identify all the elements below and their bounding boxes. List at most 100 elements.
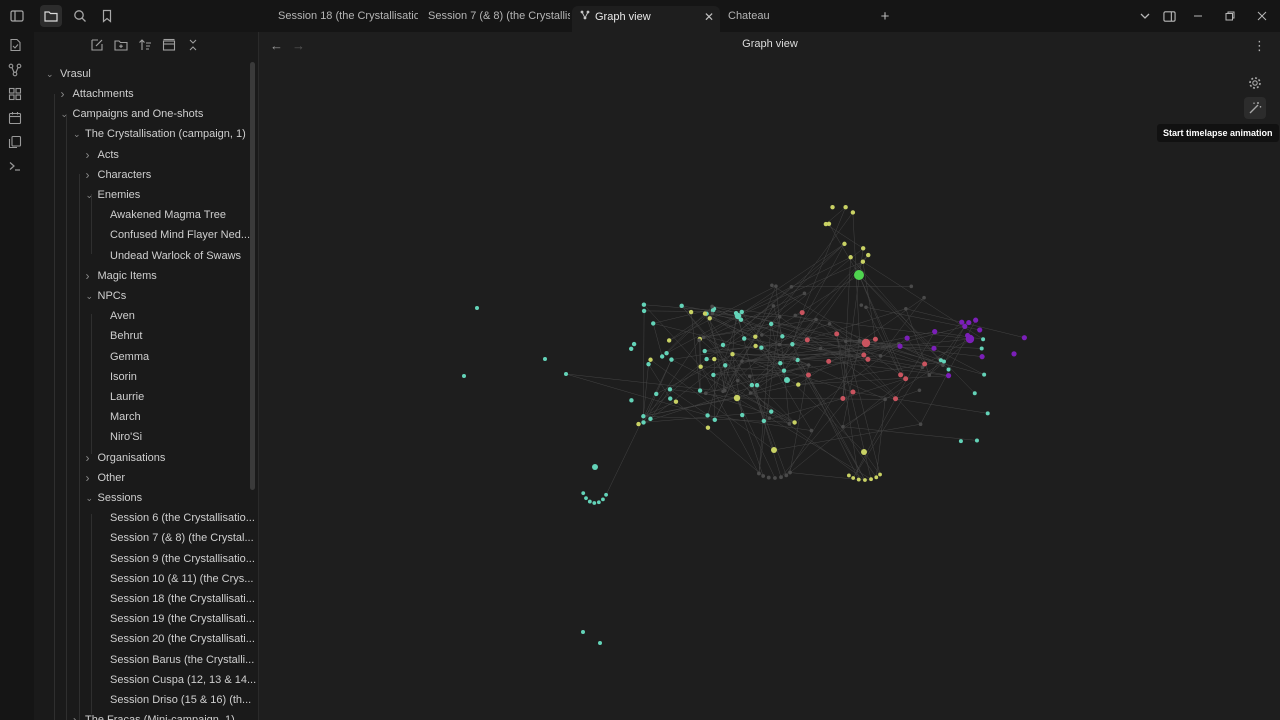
terminal-icon[interactable]	[8, 159, 24, 175]
close-window-icon[interactable]	[1253, 7, 1271, 25]
tab-graph-view[interactable]: Graph view ✕	[572, 6, 720, 32]
chevron-down-icon: ⌄	[73, 129, 81, 140]
tree-item-label: Isorin	[110, 370, 137, 383]
graph-node	[697, 338, 701, 343]
graph-edge	[705, 392, 795, 423]
graph-node	[596, 500, 601, 505]
graph-node	[584, 496, 588, 501]
templates-icon[interactable]	[8, 135, 24, 151]
graph-node	[864, 305, 868, 310]
collapse-all-icon[interactable]	[186, 38, 202, 54]
graph-settings-gear-icon[interactable]	[1244, 72, 1266, 94]
graph-node	[749, 382, 755, 388]
graph-node	[814, 317, 818, 322]
graph-edge	[792, 254, 869, 345]
graph-node	[581, 630, 585, 634]
graph-node	[659, 354, 665, 359]
timelapse-wand-icon[interactable]	[1244, 97, 1266, 119]
graph-node	[830, 204, 835, 210]
canvas-icon[interactable]	[8, 87, 24, 103]
graph-node	[897, 343, 903, 349]
tree-item-label: Attachments	[72, 88, 134, 100]
tree-item-label: Enemies	[97, 189, 141, 201]
graph-node	[802, 291, 807, 296]
graph-node	[823, 221, 829, 227]
graph-node	[922, 295, 926, 300]
sort-icon[interactable]	[138, 38, 154, 54]
search-icon[interactable]	[69, 5, 91, 27]
graph-node	[850, 210, 856, 215]
new-folder-icon[interactable]	[114, 38, 130, 54]
more-options-icon[interactable]: ⋮	[1253, 38, 1266, 54]
indent-guide	[91, 314, 92, 454]
graph-node	[748, 391, 753, 395]
indent-guide	[54, 94, 55, 720]
graph-edge	[828, 223, 860, 276]
graph-view-icon[interactable]	[8, 63, 24, 79]
graph-node	[771, 304, 776, 308]
toggle-sidebar-icon[interactable]	[6, 5, 28, 27]
graph-node	[636, 421, 641, 427]
graph-edge	[792, 344, 859, 480]
graph-node	[668, 396, 673, 401]
graph-node	[543, 357, 547, 361]
minimize-icon[interactable]	[1189, 7, 1207, 25]
graph-node	[703, 391, 708, 396]
graph-edge	[852, 398, 896, 479]
tab-session-18[interactable]: Session 18 (the Crystallisation)	[270, 6, 418, 32]
graph-node	[909, 284, 914, 289]
graph-node	[878, 354, 883, 358]
graph-edge	[858, 274, 935, 349]
indent-guide	[79, 174, 80, 720]
restore-icon[interactable]	[1221, 7, 1239, 25]
tree-item-label: Sessions	[97, 492, 143, 504]
open-quick-switcher-icon[interactable]	[8, 38, 24, 54]
graph-node	[966, 319, 972, 326]
graph-node	[698, 364, 703, 369]
graph-node	[701, 335, 706, 340]
graph-node	[1011, 351, 1017, 357]
tree-item-label: Behrut	[110, 330, 143, 343]
graph-node	[720, 342, 726, 348]
graph-node	[646, 361, 651, 367]
graph-edge	[705, 336, 756, 394]
graph-node	[851, 476, 856, 480]
graph-node	[768, 321, 774, 327]
new-tab-icon[interactable]: +	[876, 7, 894, 25]
graph-edge	[786, 342, 867, 476]
graph-node	[904, 306, 908, 311]
chevron-right-icon: ›	[60, 87, 65, 101]
new-note-icon[interactable]	[90, 38, 106, 54]
folder-item[interactable]: › Attachments	[34, 84, 249, 104]
chevron-down-icon: ⌄	[46, 69, 54, 79]
graph-node	[774, 284, 778, 288]
graph-canvas[interactable]	[260, 32, 1280, 720]
bookmark-icon[interactable]	[96, 5, 118, 27]
graph-node	[712, 356, 717, 362]
graph-edges	[565, 207, 1025, 495]
files-icon[interactable]	[40, 5, 62, 27]
graph-icon	[580, 10, 592, 23]
sidebar-scrollbar[interactable]	[250, 62, 255, 490]
graph-node	[688, 309, 694, 315]
auto-reveal-icon[interactable]	[162, 38, 178, 54]
tab-session-7[interactable]: Session 7 (& 8) (the Crystallisa...	[420, 6, 570, 32]
timelapse-tooltip: Start timelapse animation	[1157, 124, 1279, 142]
graph-node	[792, 356, 797, 361]
graph-node	[753, 343, 758, 349]
calendar-icon[interactable]	[8, 111, 24, 127]
chevron-down-icon: ⌄	[85, 291, 94, 301]
graph-node	[861, 338, 871, 348]
close-tab-icon[interactable]: ✕	[704, 10, 714, 24]
graph-node	[850, 389, 856, 395]
tree-item-label: Acts	[97, 148, 119, 161]
graph-node	[654, 391, 659, 397]
graph-node	[739, 309, 744, 315]
graph-node	[946, 367, 951, 372]
graph-edge	[858, 274, 906, 379]
toggle-right-sidebar-icon[interactable]	[1160, 7, 1178, 25]
graph-node	[792, 420, 797, 425]
tab-chateau[interactable]: Chateau	[720, 6, 870, 32]
graph-node	[773, 476, 777, 480]
tab-list-chevron-icon[interactable]	[1136, 7, 1154, 25]
